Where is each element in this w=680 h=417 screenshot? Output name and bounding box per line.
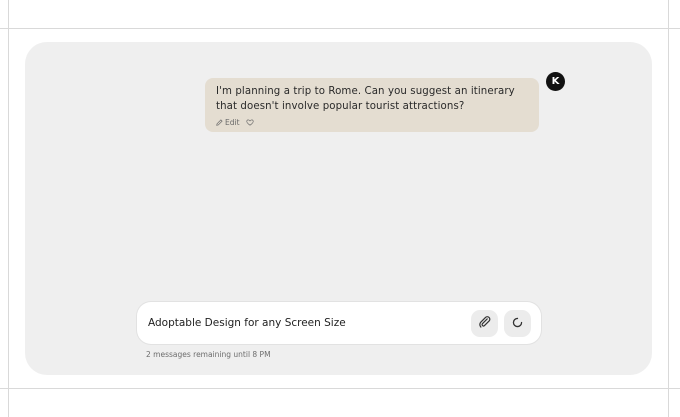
user-message-bubble: I'm planning a trip to Rome. Can you sug… <box>205 78 539 132</box>
guide-line <box>668 0 669 417</box>
refresh-icon <box>511 314 524 333</box>
avatar-initial: K <box>551 76 560 87</box>
message-actions: Edit <box>216 118 527 127</box>
pencil-icon <box>216 119 223 126</box>
message-composer[interactable]: Adoptable Design for any Screen Size <box>137 302 541 344</box>
paperclip-icon <box>478 314 492 333</box>
guide-line <box>0 388 680 389</box>
message-input[interactable]: Adoptable Design for any Screen Size <box>148 302 346 344</box>
user-message-text: I'm planning a trip to Rome. Can you sug… <box>216 86 515 112</box>
guide-line <box>8 0 9 417</box>
heart-icon <box>245 119 254 126</box>
edit-button[interactable]: Edit <box>216 118 240 127</box>
guide-line <box>0 28 680 29</box>
attach-button[interactable] <box>471 310 498 337</box>
like-button[interactable] <box>245 119 254 126</box>
page: I'm planning a trip to Rome. Can you sug… <box>0 0 680 417</box>
avatar: K <box>546 72 565 91</box>
refresh-button[interactable] <box>504 310 531 337</box>
messages-remaining-text: 2 messages remaining until 8 PM <box>146 350 271 359</box>
edit-label: Edit <box>225 118 240 127</box>
